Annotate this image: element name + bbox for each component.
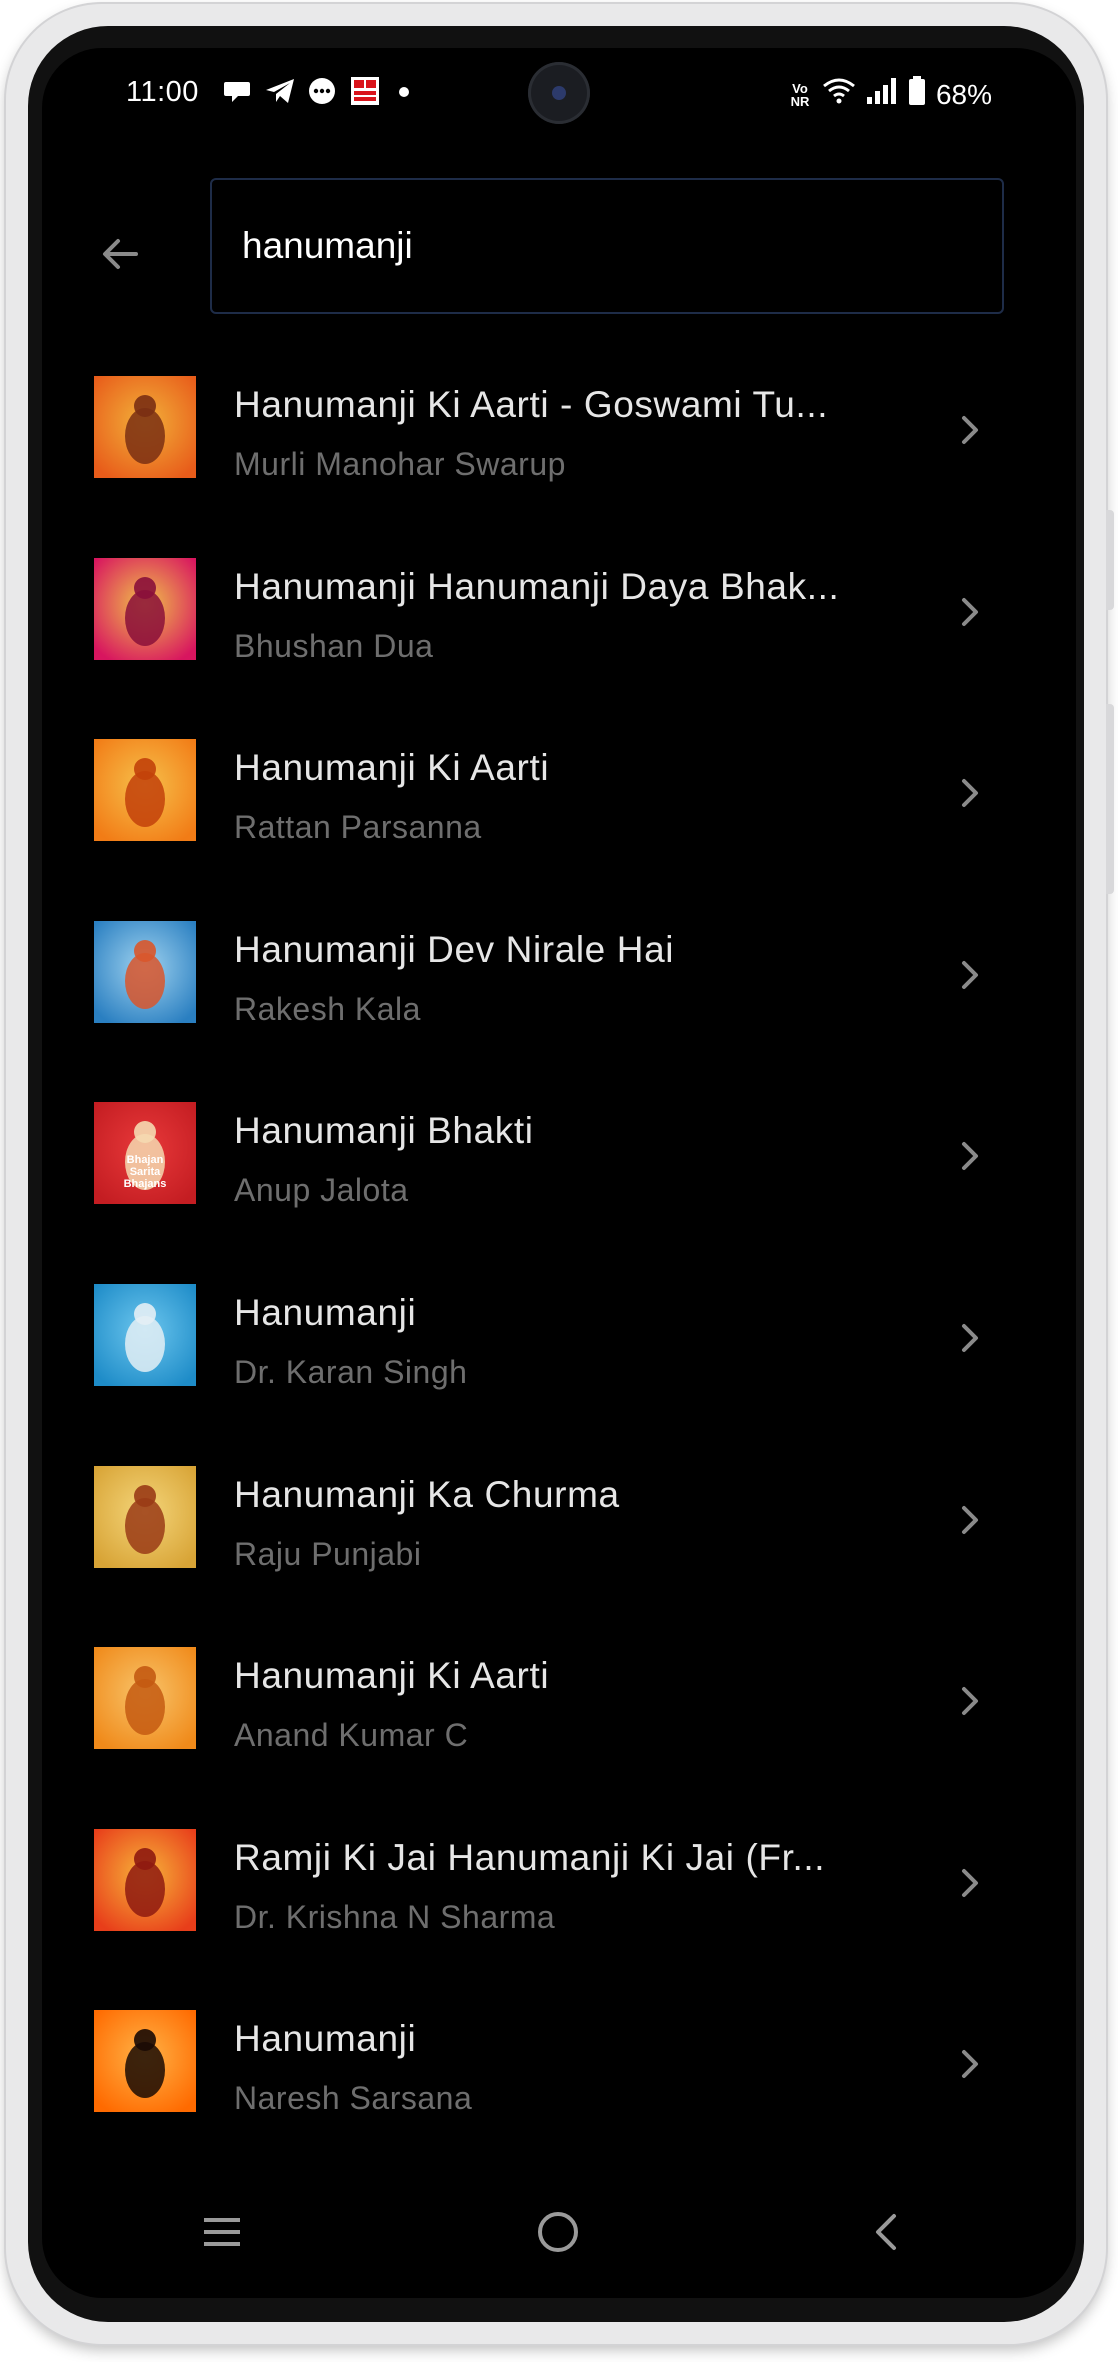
news-app-icon bbox=[350, 76, 380, 106]
chevron-right-icon bbox=[950, 1859, 990, 1907]
home-icon[interactable] bbox=[528, 2204, 588, 2260]
list-item[interactable]: Hanumanji Naresh Sarsana bbox=[42, 1972, 1076, 2154]
chevron-right-icon bbox=[950, 951, 990, 999]
list-item[interactable]: Hanumanji Ka Churma Raju Punjabi bbox=[42, 1428, 1076, 1610]
artist-name: Anup Jalota bbox=[234, 1172, 409, 1209]
album-art bbox=[94, 1465, 196, 1568]
album-art bbox=[94, 1647, 196, 1750]
song-title: Hanumanji Ki Aarti bbox=[234, 1655, 550, 1697]
list-item[interactable]: Bhajan Sarita Bhajans Hanumanji Bhakti Anup … bbox=[42, 1064, 1076, 1246]
album-art bbox=[94, 376, 196, 478]
album-art bbox=[94, 2010, 196, 2113]
artist-name: Naresh Sarsana bbox=[234, 2080, 473, 2117]
album-art bbox=[94, 920, 196, 1023]
chevron-right-icon bbox=[950, 1677, 990, 1725]
artist-name: Dr. Karan Singh bbox=[234, 1354, 468, 1390]
dot-icon bbox=[398, 86, 410, 98]
status-time: 11:00 bbox=[126, 76, 199, 108]
artist-name: Rattan Parsanna bbox=[234, 809, 482, 846]
album-art bbox=[94, 739, 196, 842]
volte-nr-icon: Vo NR bbox=[790, 80, 810, 109]
list-item[interactable]: Hanumanji Ki Aarti Anand Kumar C bbox=[42, 1609, 1076, 1791]
list-item[interactable]: Hanumanji Ki Aarti - Goswami Tu... Murli … bbox=[42, 338, 1076, 520]
chevron-right-icon bbox=[950, 406, 990, 454]
back-arrow-icon[interactable] bbox=[90, 224, 150, 284]
chevron-right-icon bbox=[950, 1496, 990, 1544]
list-item[interactable]: Hanumanji Dev Nirale Hai Rakesh Kala bbox=[42, 883, 1076, 1065]
chevron-right-icon bbox=[950, 1314, 990, 1362]
artist-name: Rakesh Kala bbox=[234, 990, 421, 1027]
artist-name: Anand Kumar C bbox=[234, 1717, 469, 1754]
artist-name: Raju Punjabi bbox=[234, 1535, 422, 1572]
power-button bbox=[1106, 704, 1114, 894]
song-title: Hanumanji bbox=[234, 1292, 417, 1333]
front-camera bbox=[528, 62, 590, 124]
song-title: Hanumanji Ki Aarti - Goswami Tu... bbox=[234, 384, 829, 425]
artist-name: Murli Manohar Swarup bbox=[234, 446, 566, 482]
song-title: Hanumanji Ki Aarti bbox=[234, 747, 550, 789]
album-art bbox=[94, 557, 196, 660]
album-art-word: Sarita bbox=[129, 1166, 161, 1179]
album-art bbox=[94, 1284, 196, 1386]
search-input[interactable] bbox=[240, 210, 964, 282]
screen: 11:00 Vo NR 68% hanumanji Hanumanji Ki A… bbox=[42, 48, 1076, 2298]
song-title: Ramji Ki Jai Hanumanji Ki Jai (Fr... bbox=[234, 1836, 826, 1878]
song-title: Hanumanji Ka Churma bbox=[234, 1473, 620, 1515]
song-title: Hanumanji Dev Nirale Hai bbox=[234, 928, 675, 970]
wifi-icon bbox=[822, 77, 856, 112]
album-art: Bhajan Sarita Bhajans bbox=[94, 1102, 196, 1205]
list-item[interactable]: Hanumanji Ki Aarti Rattan Parsanna bbox=[42, 701, 1076, 883]
chevron-right-icon bbox=[950, 769, 990, 817]
list-item[interactable]: Hanumanji Hanumanji Daya Bhak... Bhushan … bbox=[42, 520, 1076, 702]
chat-bubble-icon bbox=[222, 76, 252, 106]
album-art-word: Bhajans bbox=[123, 1178, 167, 1191]
chevron-right-icon bbox=[950, 1132, 990, 1180]
recent-apps-icon[interactable] bbox=[192, 2204, 252, 2260]
artist-name: Bhushan Dua bbox=[234, 627, 434, 664]
album-art bbox=[94, 1828, 196, 1931]
song-title: Hanumanji Hanumanji Daya Bhak... bbox=[234, 565, 840, 607]
album-art-text: Bhajan Sarita Bhajans bbox=[94, 1154, 196, 1190]
song-title: Hanumanji Bhakti bbox=[234, 1110, 534, 1152]
chevron-right-icon bbox=[950, 588, 990, 636]
list-item[interactable]: Ramji Ki Jai Hanumanji Ki Jai (Fr... Dr. … bbox=[42, 1791, 1076, 1973]
system-navbar bbox=[42, 2178, 1076, 2278]
search-field[interactable] bbox=[210, 178, 1004, 314]
artist-name: Dr. Krishna N Sharma bbox=[234, 1898, 556, 1935]
battery-icon bbox=[908, 76, 926, 113]
nav-back-icon[interactable] bbox=[858, 2204, 918, 2260]
telegram-icon bbox=[264, 76, 296, 106]
status-bar: 11:00 Vo NR 68% bbox=[42, 48, 1076, 134]
chevron-right-icon bbox=[950, 2040, 990, 2088]
list-item[interactable]: Hanumanji Dr. Karan Singh bbox=[42, 1246, 1076, 1428]
signal-icon bbox=[866, 77, 898, 112]
status-right: Vo NR 68% bbox=[788, 76, 992, 113]
battery-percent: 68% bbox=[935, 78, 992, 110]
phone-frame: 11:00 Vo NR 68% hanumanji Hanumanji Ki A… bbox=[6, 4, 1114, 2344]
song-title: Hanumanji bbox=[234, 2018, 417, 2060]
album-art-word: Bhajan bbox=[126, 1154, 164, 1167]
volume-button bbox=[1106, 510, 1114, 610]
messenger-icon bbox=[306, 76, 338, 108]
